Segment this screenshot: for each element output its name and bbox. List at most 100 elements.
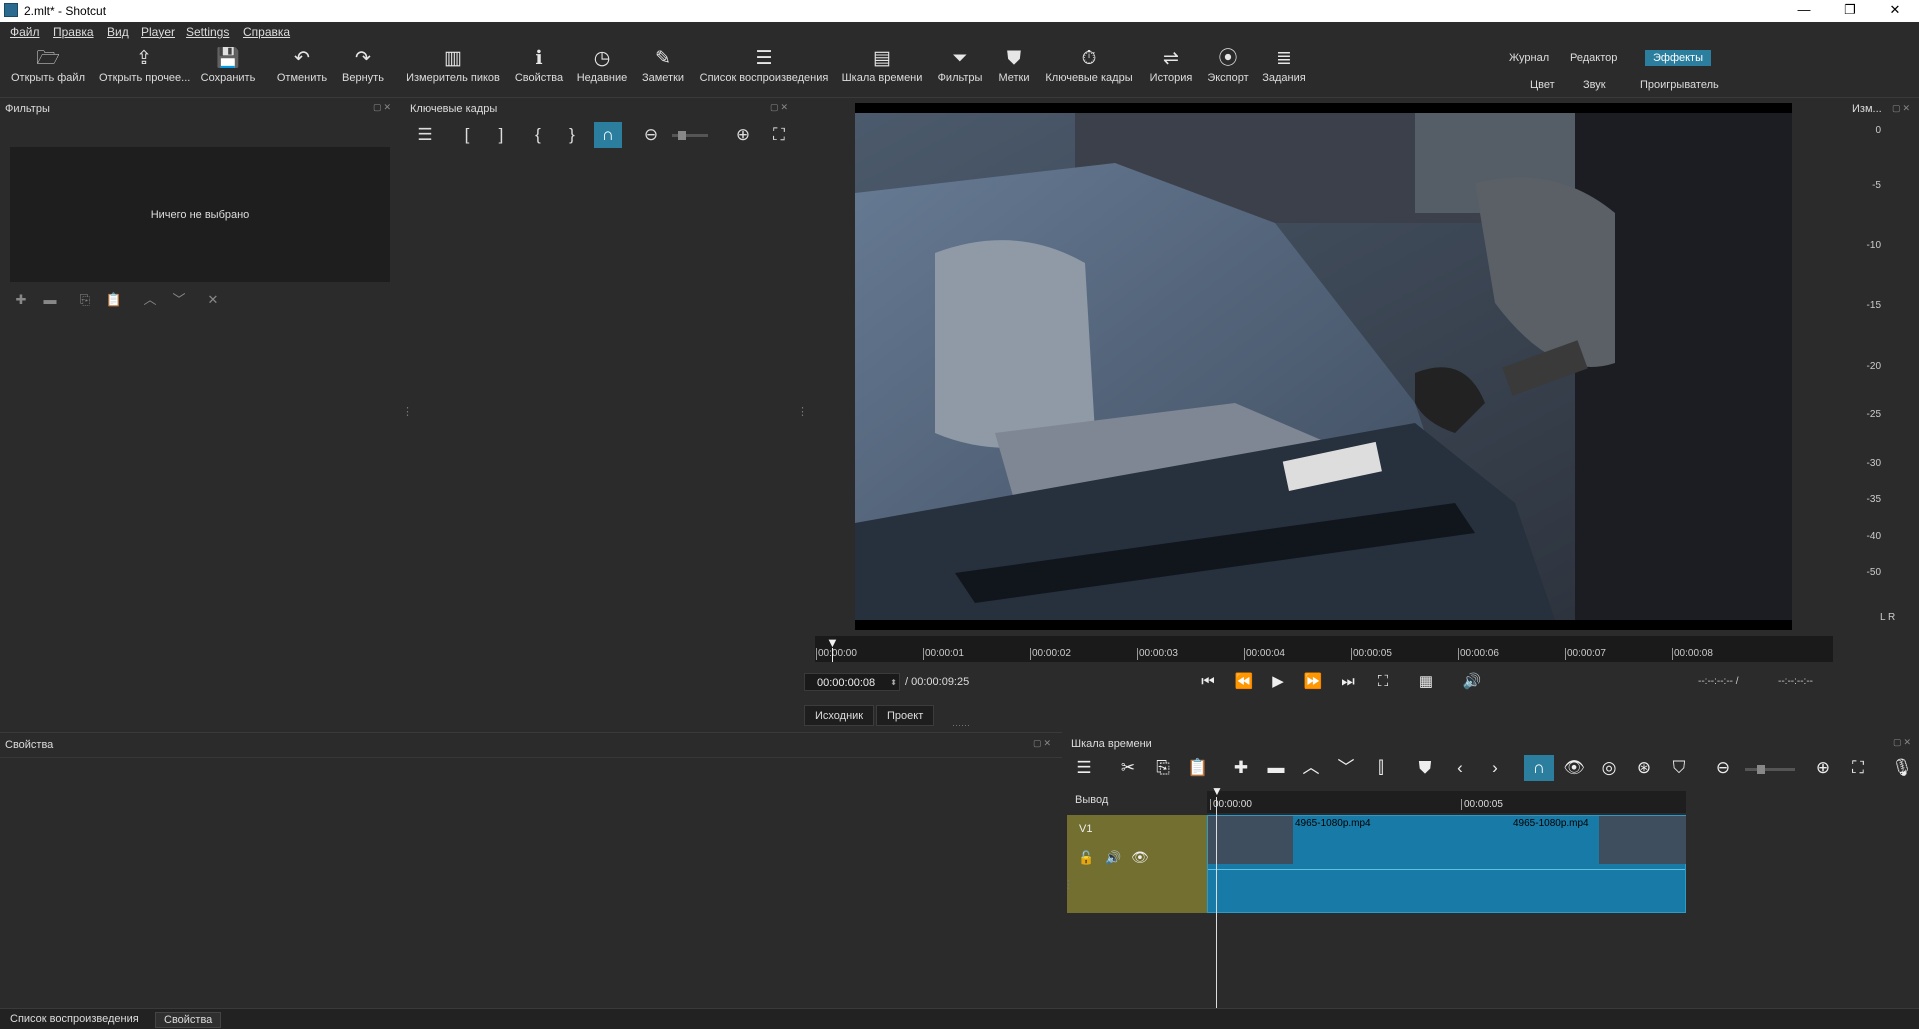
tab-properties[interactable]: Свойства: [155, 1012, 222, 1028]
menu-view[interactable]: Вид: [107, 25, 129, 39]
menu-settings[interactable]: Settings: [186, 25, 229, 39]
recent-button[interactable]: ◷ Недавние: [574, 46, 630, 96]
zoom-out-icon[interactable]: ⊖: [1708, 755, 1738, 781]
cut-icon[interactable]: ✂: [1113, 755, 1143, 781]
menu-edit[interactable]: Правка: [53, 25, 94, 39]
copy-filters-button[interactable]: ⎘: [75, 290, 95, 310]
deselect-filter-button[interactable]: ✕: [203, 290, 223, 310]
zoom-toggle-button[interactable]: ⛶: [1369, 670, 1397, 694]
zoom-fit-icon[interactable]: ⛶: [1843, 755, 1873, 781]
splitter-handle[interactable]: ⋮: [1063, 878, 1074, 891]
previous-marker-icon[interactable]: ‹: [1445, 755, 1475, 781]
history-button[interactable]: ⇌ История: [1143, 46, 1199, 96]
zoom-in-icon[interactable]: ⊕: [729, 122, 757, 148]
zoom-slider[interactable]: [672, 131, 708, 140]
project-tab[interactable]: Проект: [876, 705, 935, 726]
zoom-out-icon[interactable]: ⊖: [637, 122, 665, 148]
paste-icon[interactable]: 📋: [1183, 755, 1213, 781]
append-icon[interactable]: ✚: [1226, 755, 1256, 781]
play-button[interactable]: ▶: [1264, 670, 1292, 694]
fast-forward-button[interactable]: ⏩: [1299, 670, 1327, 694]
mute-icon[interactable]: 🔊: [1105, 850, 1121, 866]
filters-button[interactable]: ⏷ Фильтры: [932, 46, 988, 96]
minimize-button[interactable]: —: [1784, 2, 1824, 20]
lift-icon[interactable]: ︿: [1296, 755, 1326, 781]
timeline-zoom-slider[interactable]: [1745, 765, 1795, 774]
maximize-button[interactable]: ❐: [1830, 2, 1870, 20]
menu-player[interactable]: Player: [141, 25, 175, 39]
copy-icon[interactable]: ⎘: [1148, 755, 1178, 781]
source-tab[interactable]: Исходник: [804, 705, 875, 726]
splitter-handle[interactable]: ⋯⋯: [952, 720, 970, 731]
ripple-delete-icon[interactable]: ▬: [1261, 755, 1291, 781]
scrub-while-dragging-icon[interactable]: 👁: [1559, 755, 1589, 781]
menu-help[interactable]: Справка: [243, 25, 290, 39]
redo-button[interactable]: ↷ Вернуть: [338, 46, 388, 96]
move-up-button[interactable]: ︿: [140, 290, 160, 310]
track-v1[interactable]: 4965-1080p.mp4 4965-1080p.mp4: [1207, 815, 1686, 913]
skip-to-start-button[interactable]: ⏮: [1194, 670, 1222, 694]
add-filter-button[interactable]: ✚: [11, 290, 31, 310]
overwrite-icon[interactable]: ﹀: [1331, 755, 1361, 781]
dock-float-close-icon[interactable]: ▢✕: [1892, 103, 1912, 114]
keyframes-menu-button[interactable]: ☰: [411, 122, 439, 148]
track-header-v1[interactable]: V1 🔓 🔊 👁: [1067, 815, 1207, 913]
add-marker-icon[interactable]: ⛊: [1410, 755, 1440, 781]
seek-to-in-icon[interactable]: [: [453, 122, 481, 148]
ripple-icon[interactable]: ◎: [1594, 755, 1624, 781]
clip-2-label[interactable]: 4965-1080p.mp4: [1513, 818, 1589, 829]
playlist-button[interactable]: ☰ Список воспроизведения: [697, 46, 831, 96]
layout-effects-tab[interactable]: Эффекты: [1645, 50, 1712, 66]
seek-to-out-icon[interactable]: ]: [487, 122, 515, 148]
video-preview[interactable]: [855, 103, 1792, 630]
volume-button[interactable]: 🔊: [1458, 670, 1486, 694]
peak-meter-button[interactable]: ▥ Измеритель пиков: [403, 46, 503, 96]
record-audio-icon[interactable]: 🎙: [1887, 755, 1917, 781]
dock-float-close-icon[interactable]: ▢✕: [1033, 738, 1053, 749]
keyframes-button[interactable]: ⏱ Ключевые кадры: [1042, 46, 1136, 96]
layout-audio-tab[interactable]: Звук: [1575, 77, 1614, 93]
layout-logging-tab[interactable]: Журнал: [1501, 50, 1557, 66]
properties-button[interactable]: ℹ Свойства: [511, 46, 567, 96]
layout-color-tab[interactable]: Цвет: [1522, 77, 1563, 93]
save-button[interactable]: 💾 Сохранить: [198, 46, 258, 96]
spinner-icon[interactable]: ⬍: [890, 674, 897, 692]
move-down-button[interactable]: ﹀: [169, 290, 189, 310]
jobs-button[interactable]: ≣ Задания: [1258, 46, 1310, 96]
remove-filter-button[interactable]: ▬: [40, 290, 60, 310]
tab-playlist[interactable]: Список воспроизведения: [2, 1012, 147, 1026]
rewind-button[interactable]: ⏪: [1230, 670, 1258, 694]
snap-magnet-icon[interactable]: ∩: [1524, 755, 1554, 781]
open-file-button[interactable]: 🗁 Открыть файл: [8, 46, 88, 96]
clip-1-label[interactable]: 4965-1080p.mp4: [1295, 818, 1371, 829]
notes-button[interactable]: ✎ Заметки: [637, 46, 689, 96]
timeline-menu-button[interactable]: ☰: [1069, 755, 1099, 781]
ripple-markers-icon[interactable]: ⛉: [1664, 755, 1694, 781]
split-icon[interactable]: ⫿: [1366, 755, 1396, 781]
undo-button[interactable]: ↶ Отменить: [272, 46, 332, 96]
seek-next-keyframe-icon[interactable]: }: [558, 122, 586, 148]
layout-editing-tab[interactable]: Редактор: [1562, 50, 1625, 66]
skip-to-end-button[interactable]: ⏭: [1334, 670, 1362, 694]
splitter-handle[interactable]: ⋮: [797, 405, 808, 418]
zoom-in-icon[interactable]: ⊕: [1808, 755, 1838, 781]
export-button[interactable]: ⦿ Экспорт: [1203, 46, 1253, 96]
zoom-fit-icon[interactable]: ⛶: [765, 122, 793, 148]
position-timecode-field[interactable]: 00:00:00:08 ⬍: [804, 673, 900, 691]
timeline-button[interactable]: ▤ Шкала времени: [838, 46, 926, 96]
ripple-all-tracks-icon[interactable]: ⊛: [1629, 755, 1659, 781]
timeline-ruler[interactable]: [1207, 791, 1686, 813]
dock-float-close-icon[interactable]: ▢✕: [770, 102, 790, 113]
dock-float-close-icon[interactable]: ▢✕: [1893, 737, 1913, 748]
hide-eye-icon[interactable]: 👁: [1131, 849, 1149, 866]
layout-player-tab[interactable]: Проигрыватель: [1632, 77, 1727, 93]
timeline-playhead-icon[interactable]: ▼: [1211, 784, 1223, 798]
markers-button[interactable]: ⛊ Метки: [994, 46, 1034, 96]
grid-toggle-button[interactable]: ▦: [1412, 670, 1440, 694]
open-other-button[interactable]: ⇪ Открыть прочее...: [99, 46, 190, 96]
close-button[interactable]: ✕: [1875, 2, 1915, 20]
menu-file[interactable]: Файл: [10, 25, 40, 39]
lock-icon[interactable]: 🔓: [1078, 850, 1094, 866]
snap-magnet-icon[interactable]: ∩: [594, 122, 622, 148]
dock-float-close-icon[interactable]: ▢✕: [373, 102, 393, 113]
